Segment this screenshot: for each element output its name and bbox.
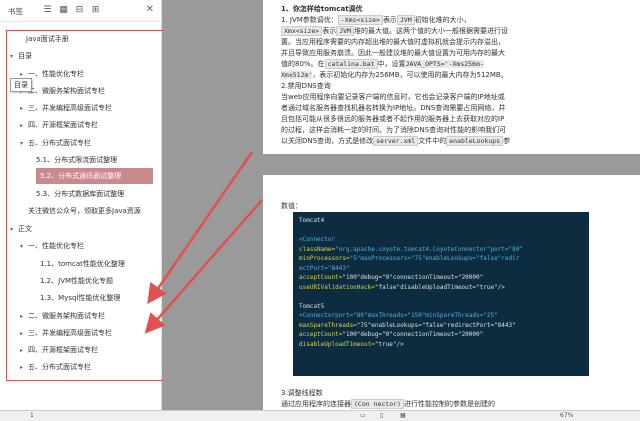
paragraph-line: 的过程，这样会消耗一定的时间。为了消除DNS查询对性能的影响我们可 (281, 126, 507, 134)
chevron-right-icon[interactable]: ▸ (20, 102, 28, 115)
paragraph-line: Xmx512m'，表示初始化内存为256MB，可以使用的最大内存为512MB。 (281, 71, 508, 79)
code-block: Tomcat4 <Connector className="org.apache… (293, 212, 589, 376)
outline-item-label: 二、微服务架构面试专栏 (28, 312, 105, 320)
code-line: acceptCount="100"debug="0"connectionTime… (299, 274, 484, 281)
code-line: minProcessors="5"maxProcessors="75"enabl… (299, 255, 520, 262)
outline-item-label: 正文 (18, 225, 32, 233)
chevron-right-icon[interactable]: ▸ (20, 327, 28, 340)
document-page: 数值： Tomcat4 <Connector className="org.ap… (263, 175, 640, 415)
outline-item[interactable]: ▸二、微服务架构面试专栏 (20, 310, 105, 323)
status-bar: 1 ▭ ▯ ▦ 67% (0, 410, 640, 421)
chevron-right-icon[interactable]: ▸ (20, 344, 28, 357)
chevron-right-icon[interactable]: ▸ (20, 119, 28, 132)
outline-item[interactable]: ▸ 四、开源框架面试专栏 (20, 119, 98, 132)
paragraph-line: 值的80%。在 catalina.bat 中，设置JAVA_OPTS='-Xms25… (281, 59, 484, 69)
outline-item[interactable]: ▸ 五、分布式面试专栏 (20, 361, 91, 374)
code-line: <Connector (299, 236, 336, 243)
outline-item[interactable]: ▸二、微服务架构面试专栏 (20, 85, 105, 98)
outline-icon[interactable]: ☰ (42, 5, 53, 16)
outline-item[interactable]: 5.1、分布式限流面试整理 (36, 154, 117, 167)
outline-item-label: 1.3、Mysql性能优化整理 (40, 294, 121, 302)
outline-item-label: 五、分布式面试专栏 (28, 139, 91, 147)
code-line: disableUploadTimeout="true"/> (299, 340, 404, 348)
chevron-down-icon[interactable]: ▾ (20, 240, 28, 253)
paragraph-line: 且包括可能从很多很远的服务器或者不起作用的服务器上去获取对应的IP (281, 115, 505, 123)
view-mode-icon[interactable]: ▭ (360, 412, 366, 419)
outline-item[interactable]: ▸ 三、并发编程高级面试专栏 (20, 327, 112, 340)
outline-item[interactable]: ▾ 五、分布式面试专栏 (20, 137, 91, 150)
outline-item-label: 一、性能优化专栏 (28, 70, 84, 78)
outline-item-label: 三、并发编程高级面试专栏 (28, 104, 112, 112)
outline-item[interactable]: ▾ 一、性能优化专栏 (20, 240, 84, 253)
outline-item-label: 1.2、JVM性能优化专题 (40, 277, 114, 285)
document-page: 1、你怎样给tomcat调优 1. JVM参数调优： -Xms<size> 表示 JV… (263, 0, 640, 154)
chevron-right-icon[interactable]: ▸ (20, 310, 28, 323)
code-line: acceptCount="100"debug="0"connectionTime… (299, 331, 484, 338)
outline-item[interactable]: Java面试手册 (18, 33, 69, 46)
paragraph-line: 置。当应用程序需要的内存超出堆的最大值时虚拟机就会提示内存溢出， (281, 38, 505, 46)
outline-item[interactable]: ▾ 正文 (10, 223, 32, 236)
outline-item-label: 一、性能优化专栏 (28, 242, 84, 250)
sidebar-toolbar: 书签 ☰ ▦ ⊟ ⊞ ✕ (0, 0, 162, 22)
code-line: Tomcat4 (299, 217, 325, 224)
outline-item[interactable]: 5.3、分布式数据库面试整理 (36, 188, 124, 201)
code-line: maxSpareThreads="75"enableLookups="false… (299, 321, 516, 329)
outline-item[interactable]: ▸ 四、开源框架面试专栏 (20, 344, 98, 357)
chevron-down-icon[interactable]: ▾ (10, 50, 18, 63)
paragraph-line: 当web应用程序向要记录客户端的信息时，它也会记录客户端的IP地址或 (281, 93, 505, 101)
outline-item-label: 关注微信公众号，领取更多Java资源 (28, 207, 141, 215)
paragraph-line: 数值： (281, 202, 302, 210)
zoom-level[interactable]: 67% (560, 412, 573, 419)
bookmark-sidebar: 书签 ☰ ▦ ⊟ ⊞ ✕ Java面试手册 ▾目录 ▸一、性能优化专栏 ▸二、微… (0, 0, 164, 421)
paragraph-line: 通过应用程序的连接器 (Con nector) 进行性能控制的参数是创建的 (281, 399, 495, 409)
code-line: Tomcat5 (299, 302, 325, 310)
outline-item-label: 1.1、tomcat性能优化整理 (40, 260, 125, 268)
outline-item-label: 5.2、分布式通讯面试整理 (40, 172, 122, 180)
paragraph-line: 3.调整线程数 (281, 389, 323, 397)
outline-item[interactable]: 关注微信公众号，领取更多Java资源 (28, 205, 141, 218)
paragraph-line: 以关闭DNS查询，方式是修改 server.xml 文件中的 enableLookup… (281, 136, 511, 146)
outline-item-label: 四、开源框架面试专栏 (28, 121, 98, 129)
sidebar-title: 书签 (8, 7, 23, 16)
close-icon[interactable]: ✕ (146, 4, 154, 15)
paragraph-line: Xmx<size> 表示 JVM 堆的最大值。这两个值的大小一般根据需要进行设 (281, 26, 508, 36)
thumbnail-icon[interactable]: ▦ (58, 5, 69, 16)
chevron-down-icon[interactable]: ▾ (20, 137, 28, 150)
outline-item-label: 五、分布式面试专栏 (28, 363, 91, 371)
paragraph-line: 2.禁用DNS查询 (281, 82, 331, 90)
code-line: <Connectorport="80"maxThreads="150"minSp… (299, 312, 498, 319)
outline-item-label: Java面试手册 (26, 35, 69, 43)
outline-item-label: 四、开源框架面试专栏 (28, 346, 98, 354)
chevron-right-icon[interactable]: ▸ (20, 361, 28, 374)
view-mode-icon[interactable]: ▦ (400, 412, 406, 419)
outline-item-label: 5.3、分布式数据库面试整理 (36, 190, 125, 198)
chevron-down-icon[interactable]: ▾ (10, 223, 18, 236)
outline-item-label: 二、微服务架构面试专栏 (28, 87, 105, 95)
outline-item-label: 三、并发编程高级面试专栏 (28, 329, 112, 337)
code-line: useURIValidationHack="false"disableUploa… (299, 283, 505, 291)
paragraph-line: 者通过域名服务器查找机器名转换为IP地址。DNS查询需要占用网络，并 (281, 104, 506, 112)
outline-item-selected[interactable]: 5.2、分布式通讯面试整理 (36, 168, 153, 184)
code-line: className="org.apache.coyote.tomcat4.Coy… (299, 245, 523, 253)
page-number[interactable]: 1 (30, 412, 34, 419)
view-mode-icon[interactable]: ▯ (380, 412, 383, 419)
paragraph-line: 1. JVM参数调优： -Xms<size> 表示 JVM 初始化堆的大小， (281, 15, 471, 25)
bookmark-icon[interactable]: ⊟ (74, 5, 85, 16)
code-line: ectPort="8443" (299, 264, 350, 272)
outline-item[interactable]: ▸ 三、并发编程高级面试专栏 (20, 102, 112, 115)
outline-item[interactable]: ▾ 目录 (10, 50, 32, 63)
paragraph-line: 并且导致应用服务崩溃。因此一般建议堆的最大值设置为可用内存的最大 (281, 49, 505, 57)
outline-item-label: 5.1、分布式限流面试整理 (36, 156, 118, 164)
document-viewport[interactable]: 1、你怎样给tomcat调优 1. JVM参数调优： -Xms<size> 表示 JV… (163, 0, 640, 415)
outline-item-label: 目录 (18, 52, 32, 60)
tooltip: 目录 (10, 78, 32, 92)
section-heading: 1、你怎样给tomcat调优 (281, 5, 363, 13)
add-bookmark-icon[interactable]: ⊞ (90, 5, 101, 16)
outline-item[interactable]: 1.2、JVM性能优化专题 (40, 275, 113, 288)
outline-item[interactable]: 1.3、Mysql性能优化整理 (40, 292, 120, 305)
outline-item[interactable]: 1.1、tomcat性能优化整理 (40, 258, 125, 271)
